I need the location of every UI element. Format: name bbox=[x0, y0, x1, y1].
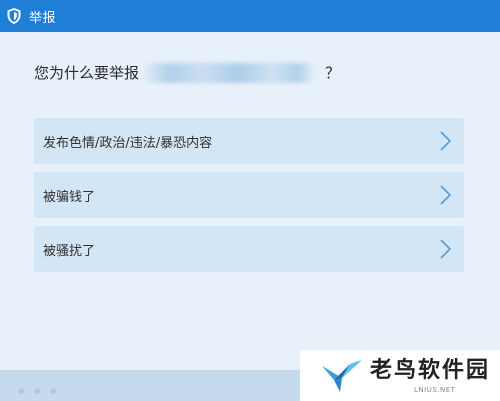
blurred-username bbox=[143, 62, 316, 83]
option-harassed[interactable]: 被骚扰了 bbox=[34, 226, 464, 272]
chevron-right-icon bbox=[438, 184, 452, 206]
shield-icon bbox=[5, 7, 23, 25]
window-title: 举报 bbox=[29, 10, 57, 26]
question-text: 您为什么要举报 bbox=[34, 64, 140, 82]
option-scammed[interactable]: 被骗钱了 bbox=[34, 172, 464, 218]
question-mark: ？ bbox=[325, 64, 341, 82]
bird-logo-icon bbox=[320, 356, 364, 396]
option-label: 发布色情/政治/违法/暴恐内容 bbox=[43, 135, 213, 151]
title-bar[interactable]: 举报 bbox=[0, 0, 500, 32]
report-dialog: 举报 您为什么要举报 ？ 发布色情/政治/违法/暴恐内容 被骗钱了 被骚扰了 老… bbox=[0, 0, 500, 401]
decoration-dot bbox=[34, 388, 40, 394]
chevron-right-icon bbox=[438, 238, 452, 260]
footer-decoration bbox=[18, 388, 278, 396]
watermark-subtext: LNIUS.NET bbox=[414, 385, 456, 394]
decoration-dot bbox=[50, 388, 56, 394]
report-question: 您为什么要举报 ？ bbox=[34, 62, 340, 83]
option-label: 被骚扰了 bbox=[43, 243, 96, 259]
option-illegal-content[interactable]: 发布色情/政治/违法/暴恐内容 bbox=[34, 118, 464, 164]
watermark-text: 老鸟软件园 bbox=[370, 357, 491, 383]
option-label: 被骗钱了 bbox=[43, 189, 96, 205]
site-watermark: 老鸟软件园 LNIUS.NET bbox=[300, 350, 500, 401]
chevron-right-icon bbox=[438, 130, 452, 152]
decoration-dot bbox=[18, 388, 24, 394]
